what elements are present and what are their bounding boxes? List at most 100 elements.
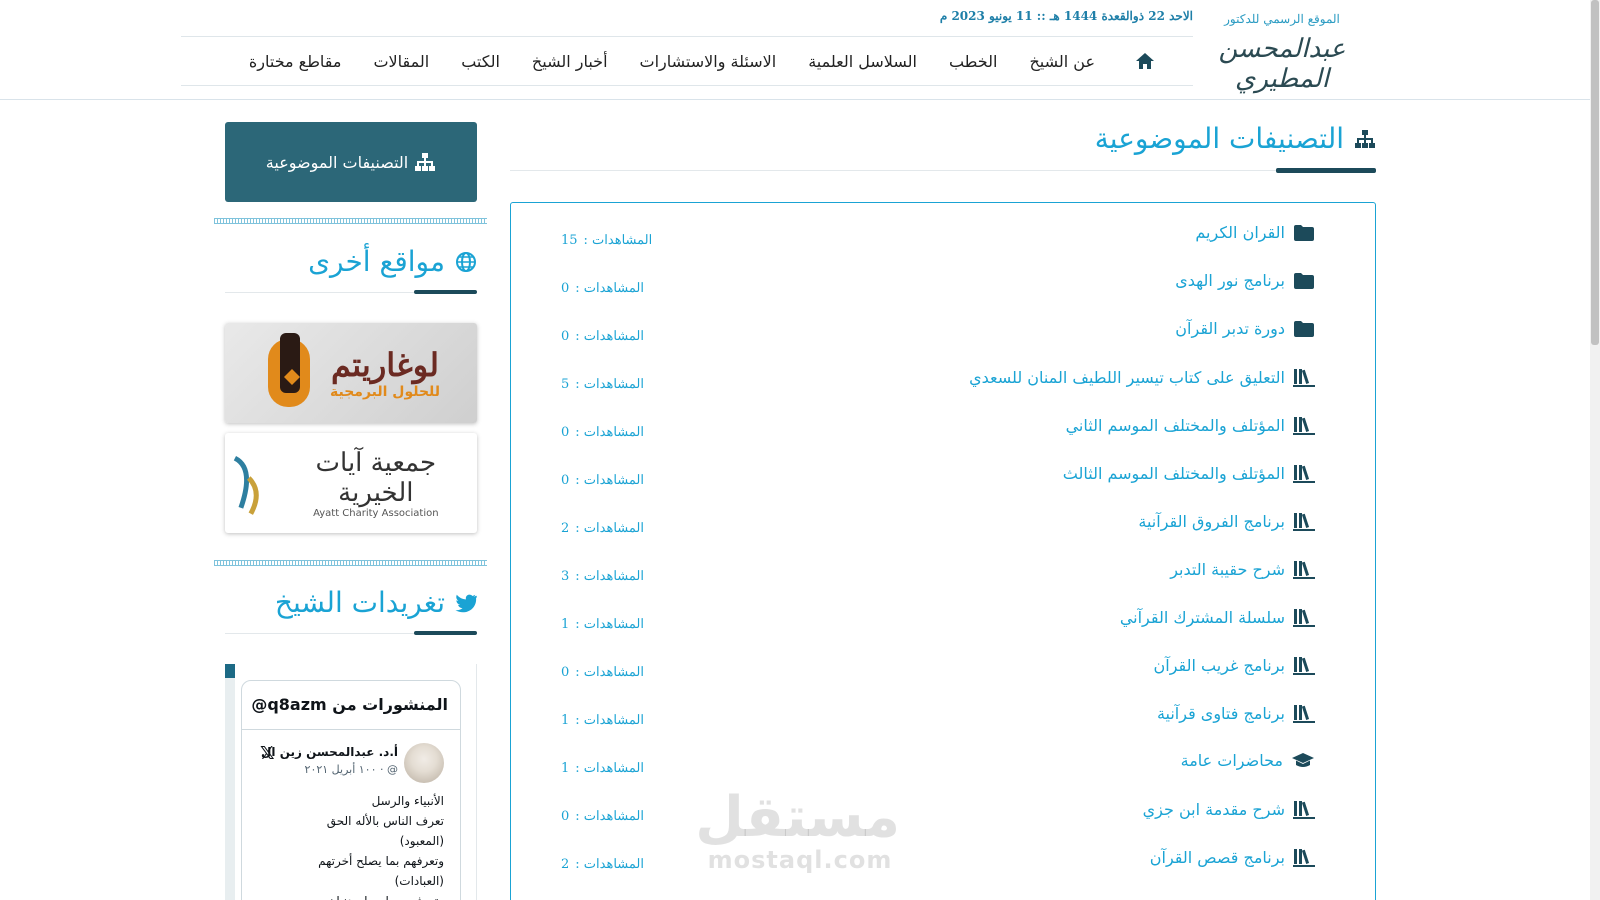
category-link[interactable]: المؤتلف والمختلف الموسم الثاني xyxy=(1066,415,1315,435)
category-row: المؤتلف والمختلف الموسم الثاني المشاهدات … xyxy=(511,395,1375,443)
logarithm-ad[interactable]: لوغاريتم للحلول البرمجية xyxy=(225,323,477,423)
views-label: المشاهدات : xyxy=(575,521,644,536)
category-link[interactable]: سلسلة المشترك القرآني xyxy=(1120,607,1315,627)
category-link[interactable]: برنامج نور الهدى xyxy=(1175,271,1315,290)
category-link[interactable]: برنامج قصص القرآن xyxy=(1150,847,1315,867)
tweet-author[interactable]: أ.د. عبدالمحسن زين ال xyxy=(261,745,398,759)
category-link[interactable]: دورة تدبر القرآن xyxy=(1175,319,1315,338)
category-link[interactable]: التعليق على كتاب تيسير اللطيف المنان للس… xyxy=(969,367,1315,387)
ayatt-charity-ad[interactable]: جمعية آيات الخيرية Ayatt Charity Associa… xyxy=(225,433,477,533)
category-name: القران الكريم xyxy=(1195,223,1285,242)
category-link[interactable]: شرح حقيبة التدبر xyxy=(1170,559,1315,579)
category-name: سلسلة المشترك القرآني xyxy=(1119,607,1285,627)
category-views: المشاهدات : 2 xyxy=(561,521,644,536)
views-count: 2 xyxy=(561,521,570,536)
side-underline xyxy=(414,290,477,294)
books-icon xyxy=(1293,415,1315,435)
tweet-widget: المنشورات من q8azm@ أ.د. عبدالمحسن زين ا… xyxy=(225,664,477,900)
category-views: المشاهدات : 0 xyxy=(561,473,644,488)
site-logo[interactable]: الموقع الرسمي للدكتور عبدالمحسن المطيري xyxy=(1202,12,1362,94)
main-title: التصنيفات الموضوعية xyxy=(1095,122,1376,155)
nav-item-news[interactable]: أخبار الشيخ xyxy=(516,52,624,71)
category-row: سلسلة المشترك القرآني المشاهدات : 1 xyxy=(511,587,1375,635)
dotted-divider xyxy=(214,560,487,566)
page-scrollbar[interactable] xyxy=(1590,0,1600,900)
views-count: 0 xyxy=(561,665,570,680)
category-link[interactable]: المؤتلف والمختلف الموسم الثالث xyxy=(1063,463,1315,483)
dotted-divider xyxy=(214,218,487,224)
category-name: برنامج نور الهدى xyxy=(1175,271,1285,290)
views-count: 2 xyxy=(561,857,570,872)
category-views: المشاهدات : 1 xyxy=(561,617,644,632)
tweet-card[interactable]: المنشورات من q8azm@ أ.د. عبدالمحسن زين ا… xyxy=(241,680,461,900)
views-label: المشاهدات : xyxy=(575,377,644,392)
twitter-bird-icon xyxy=(455,594,477,612)
sitemap-icon xyxy=(1355,129,1375,148)
category-row: برنامج قصص القرآن المشاهدات : 2 xyxy=(511,827,1375,875)
home-icon xyxy=(1136,53,1154,69)
site-header: الموقع الرسمي للدكتور عبدالمحسن المطيري … xyxy=(0,0,1590,100)
folder-icon xyxy=(1293,272,1315,290)
nav-item-books[interactable]: الكتب xyxy=(445,52,516,71)
category-views: المشاهدات : 0 xyxy=(561,809,644,824)
nav-item-clips[interactable]: مقاطع مختارة xyxy=(233,52,358,71)
category-row: محاضرات عامة المشاهدات : 1 xyxy=(511,731,1375,779)
tweet-divider xyxy=(242,729,460,730)
nav-home[interactable] xyxy=(1111,52,1177,70)
categories-box: القران الكريم المشاهدات :15 برنامج نور اله… xyxy=(510,202,1376,900)
category-link[interactable]: برنامج غريب القرآن xyxy=(1154,655,1315,675)
views-count: 1 xyxy=(561,617,570,632)
logo-name: عبدالمحسن المطيري xyxy=(1218,34,1347,94)
category-views: المشاهدات : 2 xyxy=(561,857,644,872)
category-link[interactable]: برنامج فتاوى قرآنية xyxy=(1157,703,1315,723)
views-count: 0 xyxy=(561,425,570,440)
category-link[interactable]: القران الكريم xyxy=(1195,223,1315,242)
views-label: المشاهدات : xyxy=(575,569,644,584)
logo-tagline: الموقع الرسمي للدكتور xyxy=(1224,12,1340,26)
other-sites-title: مواقع أخرى xyxy=(308,245,445,278)
category-views: المشاهدات : 1 xyxy=(561,713,644,728)
category-name: برنامج فتاوى قرآنية xyxy=(1156,703,1285,723)
tweets-title: تغريدات الشيخ xyxy=(274,586,445,619)
nav-item-about[interactable]: عن الشيخ xyxy=(1013,52,1111,71)
tweet-body: الأنبياء والرسل تعرف الناس بالأله الحق (… xyxy=(318,794,444,900)
categories-button-label: التصنيفات الموضوعية xyxy=(265,152,409,172)
tweet-meta: @ · ١٠٠ أبريل ٢٠٢١ xyxy=(304,763,398,776)
nav-item-series[interactable]: السلاسل العلمية xyxy=(792,52,933,71)
nav-item-questions[interactable]: الاسئلة والاستشارات xyxy=(624,52,793,71)
category-name: شرح مقدمة ابن جزي xyxy=(1142,799,1285,819)
main-nav: عن الشيخ الخطب السلاسل العلمية الاسئلة و… xyxy=(181,36,1193,86)
category-views: المشاهدات : 5 xyxy=(561,377,644,392)
side-underline xyxy=(414,631,477,635)
category-row: برنامج غريب القرآن المشاهدات : 0 xyxy=(511,635,1375,683)
tweets-heading: تغريدات الشيخ xyxy=(225,586,477,619)
category-link[interactable]: برنامج الفروق القرآنية xyxy=(1138,511,1315,531)
logarithm-sub: للحلول البرمجية xyxy=(329,384,441,400)
views-count: 1 xyxy=(561,761,570,776)
category-row: برنامج فتاوى قرآنية المشاهدات : 1 xyxy=(511,683,1375,731)
avatar[interactable] xyxy=(404,743,444,783)
category-name: دورة تدبر القرآن xyxy=(1175,319,1285,338)
categories-button[interactable]: التصنيفات الموضوعية xyxy=(225,122,477,202)
watermark-ar: مستقل xyxy=(695,785,900,850)
scrollbar-thumb[interactable] xyxy=(1591,0,1599,345)
category-link[interactable]: شرح مقدمة ابن جزي xyxy=(1143,799,1315,819)
x-logo-icon[interactable]: 𝕏 xyxy=(260,743,275,764)
category-views: المشاهدات : 15 xyxy=(561,233,652,248)
folder-icon xyxy=(1293,320,1315,338)
widget-scrollbar[interactable] xyxy=(225,664,235,900)
title-divider xyxy=(510,170,1376,171)
category-name: برنامج الفروق القرآنية xyxy=(1138,511,1285,531)
main-title-text: التصنيفات الموضوعية xyxy=(1094,122,1344,155)
category-link[interactable]: محاضرات عامة xyxy=(1181,751,1315,770)
tweet-feed-title: المنشورات من q8azm@ xyxy=(251,695,448,714)
widget-scrollbar-thumb[interactable] xyxy=(225,664,235,678)
nav-item-articles[interactable]: المقالات xyxy=(357,52,445,71)
books-icon xyxy=(1293,559,1315,579)
books-icon xyxy=(1293,511,1315,531)
nav-item-sermons[interactable]: الخطب xyxy=(933,52,1013,71)
ayatt-ad-text: جمعية آيات الخيرية Ayatt Charity Associa… xyxy=(275,448,477,519)
views-count: 15 xyxy=(561,233,578,248)
views-label: المشاهدات : xyxy=(575,617,644,632)
graduation-cap-icon xyxy=(1291,752,1315,770)
